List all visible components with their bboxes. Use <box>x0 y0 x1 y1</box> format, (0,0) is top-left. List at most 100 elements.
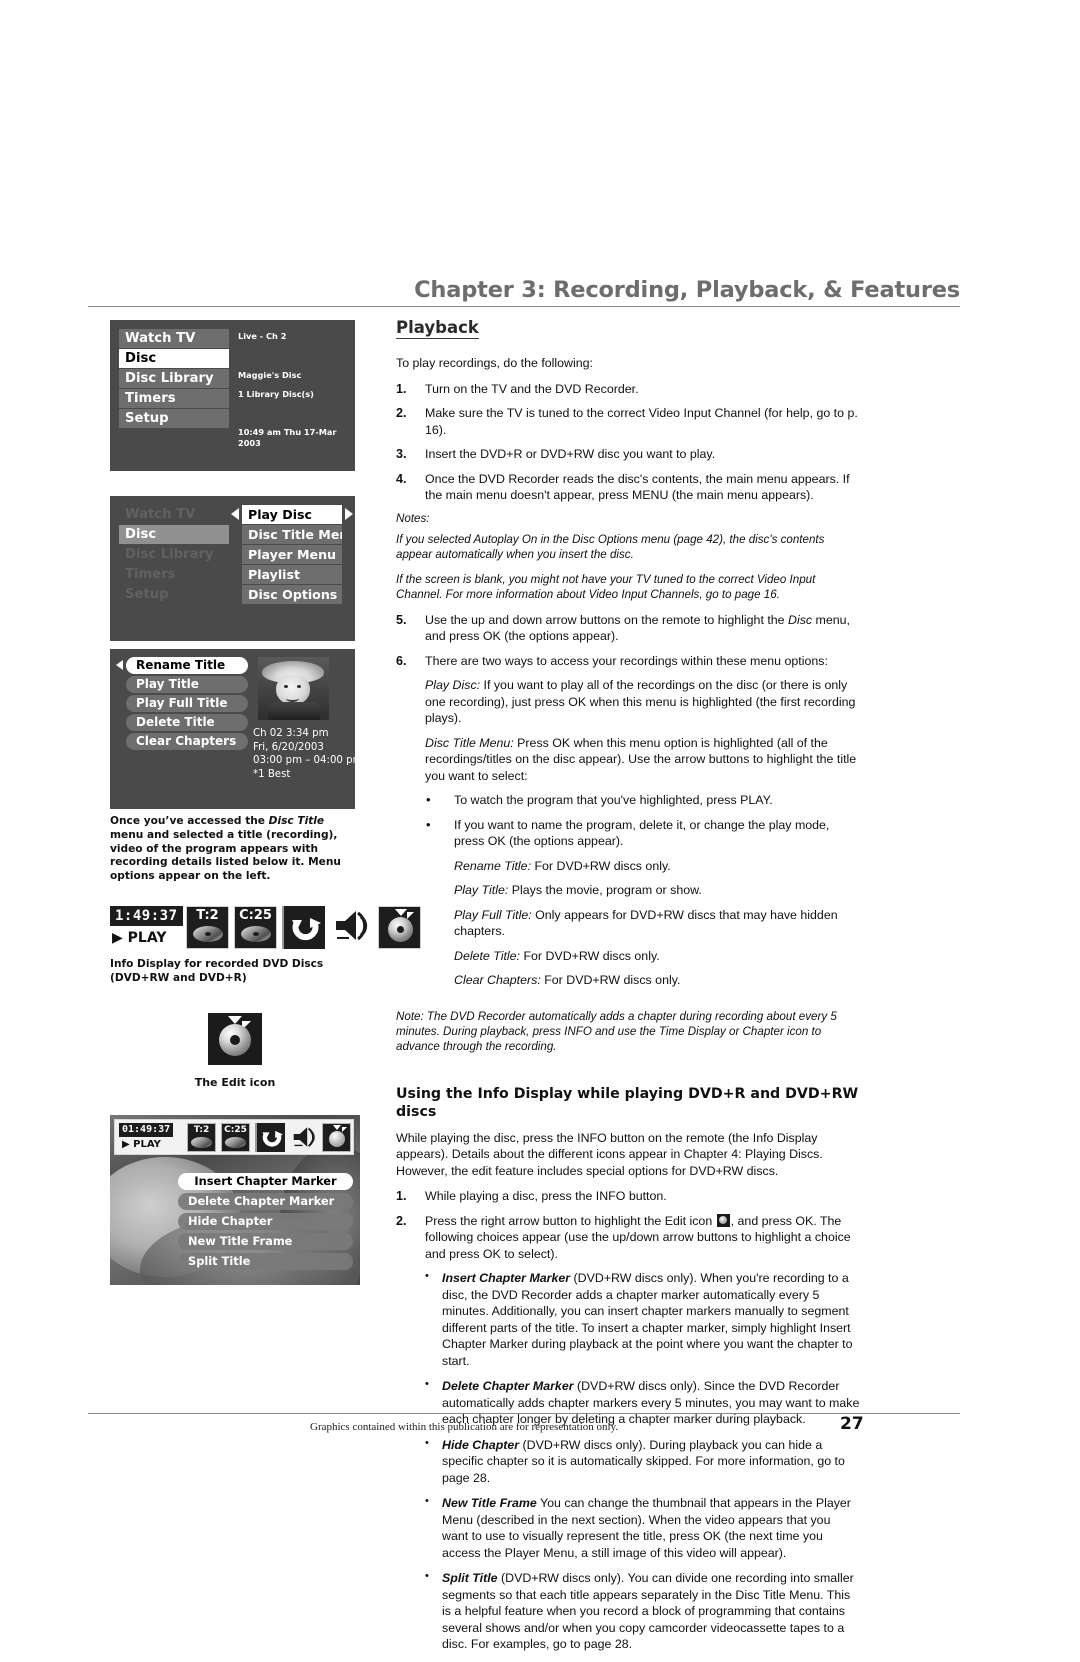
section-heading-info-display: Using the Info Display while playing DVD… <box>396 1085 859 1121</box>
audio-icon <box>332 908 372 948</box>
disc-glyph <box>193 925 223 942</box>
title-thumbnail <box>258 657 329 720</box>
chapter-number-icon: C:25 <box>234 905 277 949</box>
edit-option-new-title-frame[interactable]: New Title Frame <box>178 1233 353 1251</box>
edit-bullet-term: Insert Chapter Marker <box>442 1271 571 1286</box>
page-number: 27 <box>840 1414 864 1434</box>
step-text: While playing a disc, press the INFO but… <box>425 1189 667 1204</box>
title-option-play-full-title[interactable]: Play Full Title <box>126 695 248 712</box>
title-options-list: Rename Title Play Title Play Full Title … <box>126 657 248 752</box>
repeat-icon[interactable] <box>255 1123 285 1153</box>
title-option-delete-title[interactable]: Delete Title <box>126 714 248 731</box>
title-number-label: T:2 <box>196 907 219 923</box>
submenu-item-disc-title-menu[interactable]: Disc Title Menu <box>242 525 342 544</box>
title-number-icon: T:2 <box>186 905 229 949</box>
step-text: Once the DVD Recorder reads the disc's c… <box>425 471 850 503</box>
figure-title-menu: Rename Title Play Title Play Full Title … <box>110 649 355 809</box>
option-rename-title: Rename Title: For DVD+RW discs only. <box>396 858 860 875</box>
title-option-rename-title[interactable]: Rename Title <box>126 657 248 674</box>
bullet-icon: • <box>426 816 431 832</box>
mouth-shape <box>286 695 299 702</box>
bullet-name-program: • If you want to name the program, delet… <box>396 817 860 850</box>
disc-glyph <box>241 925 271 942</box>
disc-submenu-list: Play Disc Disc Title Menu Player Menu Pl… <box>242 505 342 605</box>
bullet-text: If you want to name the program, delete … <box>454 817 830 849</box>
option-desc: For DVD+RW discs only. <box>540 973 681 988</box>
edit-icon[interactable] <box>322 1123 351 1153</box>
menu-item-setup[interactable]: Setup <box>119 409 229 428</box>
disc-glyph <box>191 1137 212 1149</box>
main-menu-list: Watch TV Disc Disc Library Timers Setup <box>119 329 229 429</box>
audio-icon[interactable] <box>291 1125 318 1151</box>
status-live-channel: Live - Ch 2 <box>238 331 287 341</box>
step-number: 2. <box>396 1213 407 1228</box>
play-disc-term: Play Disc: <box>425 678 481 693</box>
recording-name: *1 Best <box>253 768 291 780</box>
arrow-left-icon <box>231 508 239 520</box>
edit-option-split-title[interactable]: Split Title <box>178 1253 353 1271</box>
play-disc-definition: Play Disc: If you want to play all of th… <box>396 677 860 727</box>
menu-item-disc-library[interactable]: Disc Library <box>119 369 229 388</box>
chapter-number-label: C:25 <box>239 907 272 923</box>
menu-item-disc-library[interactable]: Disc Library <box>119 545 229 564</box>
step-5: 5. Use the up and down arrow buttons on … <box>396 612 860 645</box>
step-number: 1. <box>396 381 407 396</box>
figure-edit-icon: The Edit icon <box>110 1013 360 1089</box>
menu-item-disc[interactable]: Disc <box>119 349 229 368</box>
disc-title-menu-definition: Disc Title Menu: Press OK when this menu… <box>396 735 860 785</box>
step-2: 2. Make sure the TV is tuned to the corr… <box>396 405 860 438</box>
menu-item-watch-tv[interactable]: Watch TV <box>119 505 229 524</box>
option-desc: Plays the movie, program or show. <box>508 883 702 898</box>
bullet-icon: • <box>425 1570 429 1583</box>
submenu-item-player-menu[interactable]: Player Menu <box>242 545 342 564</box>
submenu-item-play-disc[interactable]: Play Disc <box>242 505 342 524</box>
step-text: There are two ways to access your record… <box>425 653 828 668</box>
step-number: 1. <box>396 1189 407 1204</box>
note-blank-screen: If the screen is blank, you might not ha… <box>396 572 816 602</box>
status-disc-name: Maggie's Disc <box>238 370 302 380</box>
chapter-note: Note: The DVD Recorder automatically add… <box>396 1009 837 1054</box>
submenu-item-disc-options[interactable]: Disc Options <box>242 585 342 604</box>
chapter-number-icon[interactable]: C:25 <box>221 1123 250 1153</box>
step-6: 6. There are two ways to access your rec… <box>396 653 860 670</box>
edit-bullet-term: New Title Frame <box>442 1496 537 1511</box>
edit-bullet-desc: (DVD+RW discs only). When you're recordi… <box>442 1271 853 1368</box>
bullet-icon: • <box>425 1436 429 1449</box>
disc-glyph <box>225 1137 246 1149</box>
option-term: Play Title: <box>454 883 509 898</box>
menu-item-watch-tv[interactable]: Watch TV <box>119 329 229 348</box>
step-text-before: Press the right arrow button to highligh… <box>425 1213 716 1228</box>
figure-edit-menu-screenshot: 01:49:37 ▶ PLAY T:2 C:25 Insert Chapter … <box>110 1115 360 1286</box>
chapter-header: Chapter 3: Recording, Playback, & Featur… <box>88 277 960 307</box>
option-play-full-title: Play Full Title: Only appears for DVD+RW… <box>396 907 860 940</box>
title-number-icon[interactable]: T:2 <box>187 1123 216 1153</box>
edit-triangle-side-icon <box>342 1127 347 1133</box>
body-text-column: Playback To play recordings, do the foll… <box>396 318 860 1662</box>
edit-option-delete-chapter-marker[interactable]: Delete Chapter Marker <box>178 1193 353 1211</box>
status-datetime: 10:49 am Thu 17-Mar 2003 <box>238 427 337 448</box>
edit-triangle-top-icon <box>333 1125 341 1131</box>
figures-column: Watch TV Disc Disc Library Timers Setup … <box>110 320 421 1286</box>
menu-item-timers[interactable]: Timers <box>119 389 229 408</box>
intro-paragraph: To play recordings, do the following: <box>396 356 593 370</box>
notes-label: Notes: <box>396 511 430 525</box>
submenu-item-playlist[interactable]: Playlist <box>242 565 342 584</box>
edit-option-hide-chapter[interactable]: Hide Chapter <box>178 1213 353 1231</box>
footer-divider <box>88 1413 960 1414</box>
title-option-play-title[interactable]: Play Title <box>126 676 248 693</box>
note-autoplay: If you selected Autoplay On in the Disc … <box>396 532 825 562</box>
title-option-clear-chapters[interactable]: Clear Chapters <box>126 733 248 750</box>
status-library-count: 1 Library Disc(s) <box>238 389 314 399</box>
menu-item-disc[interactable]: Disc <box>119 525 229 544</box>
edit-option-insert-chapter-marker[interactable]: Insert Chapter Marker <box>178 1173 353 1191</box>
step-number: 2. <box>396 406 407 420</box>
figure-main-menu: Watch TV Disc Disc Library Timers Setup … <box>110 320 355 471</box>
menu-item-setup[interactable]: Setup <box>119 585 229 604</box>
menu-item-timers[interactable]: Timers <box>119 565 229 584</box>
body-shape <box>268 702 320 720</box>
edit-bullet-term: Delete Chapter Marker <box>442 1379 574 1394</box>
manual-page: Chapter 3: Recording, Playback, & Featur… <box>0 0 1080 1651</box>
step-1: 1. Turn on the TV and the DVD Recorder. <box>396 381 860 398</box>
step-number: 6. <box>396 653 407 668</box>
info-step-1: 1. While playing a disc, press the INFO … <box>396 1188 860 1205</box>
